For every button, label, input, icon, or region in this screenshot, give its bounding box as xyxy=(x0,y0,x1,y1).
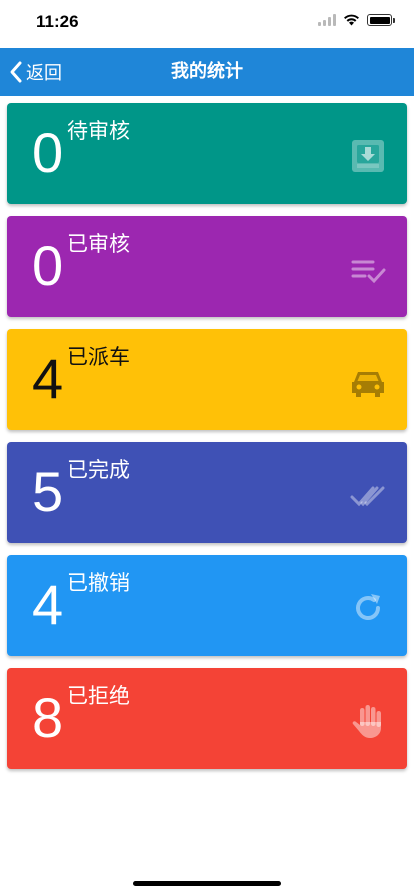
stat-label: 已派车 xyxy=(67,345,130,369)
battery-icon xyxy=(367,14,395,26)
stat-label: 待审核 xyxy=(67,119,130,143)
stat-count: 0 xyxy=(32,121,64,184)
stat-label: 已拒绝 xyxy=(67,684,130,708)
stat-label: 已审核 xyxy=(67,232,130,256)
stat-label: 已撤销 xyxy=(67,571,130,595)
stat-count: 4 xyxy=(32,573,64,636)
stat-card-completed[interactable]: 5 已完成 xyxy=(7,442,407,543)
inbox-download-icon xyxy=(349,137,387,175)
double-check-icon xyxy=(349,476,387,514)
refresh-icon xyxy=(349,589,387,627)
stat-count: 4 xyxy=(32,347,64,410)
wifi-icon xyxy=(344,14,359,26)
stat-card-revoked[interactable]: 4 已撤销 xyxy=(7,555,407,656)
page-title: 我的统计 xyxy=(171,61,243,82)
stat-card-dispatched[interactable]: 4 已派车 xyxy=(7,329,407,430)
stat-count: 5 xyxy=(32,460,64,523)
stat-count: 8 xyxy=(32,686,64,749)
hand-icon xyxy=(349,702,387,740)
stat-label: 已完成 xyxy=(67,458,130,482)
list-check-icon xyxy=(349,250,387,288)
navigation-bar: 返回 我的统计 xyxy=(0,48,414,96)
stat-count: 0 xyxy=(32,234,64,297)
stat-card-rejected[interactable]: 8 已拒绝 xyxy=(7,668,407,769)
status-bar: 11:26 xyxy=(0,0,414,48)
stats-card-list: 0 待审核 0 已审核 4 已派车 5 已完成 4 已撤销 8 已拒绝 xyxy=(7,103,407,781)
signal-icon xyxy=(318,14,336,26)
status-time: 11:26 xyxy=(36,12,79,31)
home-indicator[interactable] xyxy=(133,881,281,886)
stat-card-reviewed[interactable]: 0 已审核 xyxy=(7,216,407,317)
car-icon xyxy=(349,363,387,401)
stat-card-pending[interactable]: 0 待审核 xyxy=(7,103,407,204)
status-icons xyxy=(318,14,395,26)
